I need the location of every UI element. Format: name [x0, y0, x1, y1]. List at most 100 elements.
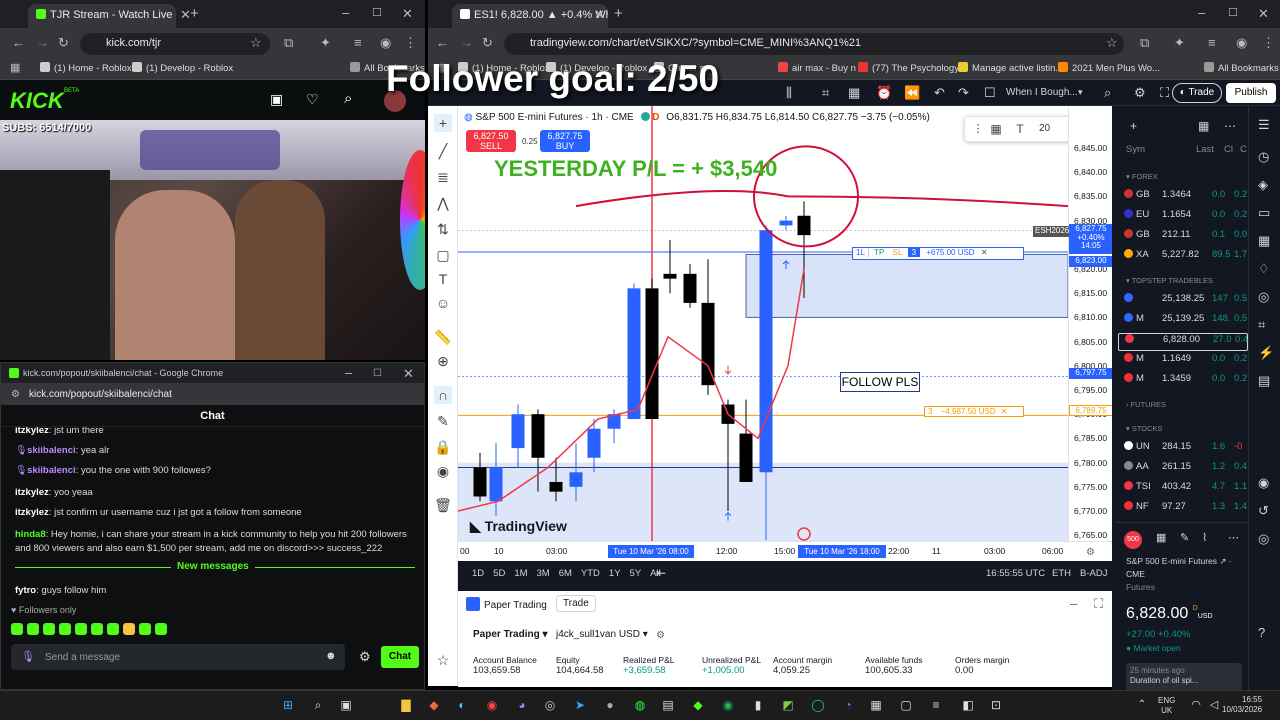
utc-clock[interactable]: 16:55:55 UTC	[986, 568, 1045, 579]
forward-icon[interactable]: →	[460, 36, 473, 49]
candle-body[interactable]	[511, 414, 525, 449]
language-indicator[interactable]: ENG UK	[1158, 696, 1175, 716]
right-url-field[interactable]: tradingview.com/chart/etVSIKXC/?symbol=C…	[504, 33, 1124, 55]
more-icon[interactable]: ⋯	[1224, 120, 1236, 133]
candle-body[interactable]	[739, 433, 753, 482]
crosshair-icon[interactable]: +	[434, 114, 452, 132]
candle-body[interactable]	[797, 215, 811, 236]
favorite-star-icon[interactable]: ☆	[434, 651, 452, 669]
window-close-icon[interactable]: ✕	[402, 7, 413, 20]
telegram-icon[interactable]: ➤	[570, 695, 590, 715]
range-button[interactable]: 1Y	[609, 568, 621, 579]
extensions-icon[interactable]: ⧉	[1140, 36, 1149, 49]
candle-body[interactable]	[779, 220, 793, 226]
symbol-name[interactable]: S&P 500 E-mini Futures	[1126, 556, 1217, 566]
chevron-down-icon[interactable]: ▾	[1078, 86, 1083, 99]
range-button[interactable]: 3M	[537, 568, 550, 579]
candle-body[interactable]	[531, 414, 545, 458]
pine-editor-icon[interactable]: ⌗	[1258, 318, 1265, 331]
search-icon[interactable]: ⌕	[308, 695, 328, 715]
puzzle-icon[interactable]: ✦	[1174, 36, 1185, 49]
profile-icon[interactable]: ◉	[380, 36, 391, 49]
start-icon[interactable]: ⊞	[278, 695, 298, 715]
watchlist-row[interactable]: M 1.1649 0.0 0.2	[1118, 353, 1248, 371]
target-icon[interactable]: ◉	[1258, 476, 1269, 489]
menu-icon[interactable]: ⋮	[404, 36, 417, 49]
watchlist-row[interactable]: TSI 403.42 4.7 1.1	[1118, 481, 1248, 499]
section-stocks[interactable]: ▾ STOCKS	[1126, 424, 1163, 433]
layers-icon[interactable]: ◈	[1258, 178, 1268, 191]
window-close-icon[interactable]: ✕	[1258, 7, 1269, 20]
steam-icon[interactable]: ◎	[540, 695, 560, 715]
tv-chart-pane[interactable]: ◍ S&P 500 E-mini Futures · 1h · CME D O6…	[458, 106, 1112, 561]
redo-icon[interactable]: ↷	[958, 86, 969, 99]
chat-send-button[interactable]: Chat	[381, 646, 419, 668]
nvidia-icon[interactable]: ◩	[778, 695, 798, 715]
left-tab-tjr[interactable]: TJR Stream - Watch Live on	[28, 4, 176, 28]
watchlist-row[interactable]: NF 97.27 1.3 1.4	[1118, 501, 1248, 519]
candle-body[interactable]	[645, 288, 659, 420]
new-messages-divider[interactable]: New messages	[171, 561, 255, 572]
font-size-value[interactable]: 20	[1039, 123, 1050, 134]
buy-button[interactable]: 6,827.75 BUY	[540, 130, 590, 152]
star-icon[interactable]: ☆	[1106, 36, 1118, 49]
reload-icon[interactable]: ↻	[58, 36, 69, 49]
account-settings-icon[interactable]: ⚙	[656, 629, 665, 642]
notes-icon[interactable]: ▤	[1258, 374, 1270, 387]
more-icon[interactable]: ⋯	[1228, 532, 1239, 545]
forward-icon[interactable]: →	[36, 36, 49, 49]
ruler-icon[interactable]: 📏	[434, 328, 452, 346]
position-line-top[interactable]: 1L TP SL 3 +675.00 USD ✕	[852, 247, 1024, 260]
messenger-icon[interactable]: ◔	[838, 695, 858, 715]
lightbulb-icon[interactable]: ♢	[1258, 262, 1270, 275]
replay-clock-icon[interactable]: ↺	[1258, 504, 1269, 517]
new-tab-icon[interactable]: +	[614, 6, 623, 21]
news-item[interactable]: 25 minutes ago Duration of oil spi...	[1126, 663, 1242, 691]
volume-icon[interactable]: ◁	[1204, 695, 1224, 715]
download-icon[interactable]: ≡	[354, 36, 362, 49]
chart-icon[interactable]: ⌇	[1202, 532, 1207, 545]
kick-app-icon[interactable]: ◆	[688, 695, 708, 715]
watchlist-row[interactable]: GB 212.11 0.1 0.0	[1118, 229, 1248, 247]
bookmark-men-plus[interactable]: 2021 Men Plus Wo...	[1058, 62, 1160, 74]
watchlist-row[interactable]: XA 5,227.82 89.5 1.7	[1118, 249, 1248, 267]
candle-body[interactable]	[683, 273, 697, 303]
minimize-icon[interactable]: –	[1198, 6, 1205, 19]
candle-body[interactable]	[627, 288, 641, 420]
obs-icon[interactable]: ●	[600, 695, 620, 715]
maximize-icon[interactable]: ☐	[372, 7, 382, 20]
strategy-icon[interactable]: ⚡	[1258, 346, 1274, 359]
position-line-bottom[interactable]: 3 −4,987.50 USD ✕	[924, 406, 1024, 417]
star-icon[interactable]: ☆	[250, 36, 262, 49]
app-icon[interactable]: ⊡	[986, 695, 1006, 715]
candle-body[interactable]	[587, 428, 601, 458]
replay-icon[interactable]: ⏪	[904, 86, 920, 99]
right-tab-tradingview[interactable]: ES1! 6,828.00 ▲ +0.4% When I	[452, 4, 608, 28]
minimize-icon[interactable]: –	[342, 6, 349, 19]
range-button[interactable]: 1D	[472, 568, 484, 579]
alerts-clock-icon[interactable]: ◷	[1258, 150, 1269, 163]
discord-icon[interactable]: ◕	[512, 695, 532, 715]
bookmark-psychology[interactable]: (77) The Psychology...	[858, 62, 966, 74]
adjustment-toggle[interactable]: B-ADJ	[1080, 568, 1107, 579]
maximize-icon[interactable]: ☐	[373, 367, 382, 380]
trash-icon[interactable]: 🗑	[434, 496, 452, 514]
signal-icon[interactable]: ◎	[1258, 290, 1269, 303]
settings-gear-icon[interactable]: ⚙	[1134, 86, 1146, 99]
watchlist-row[interactable]: AA 261.15 1.2 0.4	[1118, 461, 1248, 479]
candle-body[interactable]	[569, 472, 583, 487]
kick-logo[interactable]: KICK	[10, 88, 64, 114]
templates-icon[interactable]: ⌗	[822, 86, 829, 99]
app-icon[interactable]: ▦	[866, 695, 886, 715]
layout-square-icon[interactable]: ☐	[984, 86, 996, 99]
watchlist-row[interactable]: M 1.3459 0.0 0.2	[1118, 373, 1248, 391]
back-icon[interactable]: ←	[436, 36, 449, 49]
task-app-icon[interactable]: ▣	[336, 695, 356, 715]
template-icon[interactable]: ▦	[987, 120, 1005, 138]
shape-icon[interactable]: ▢	[434, 246, 452, 264]
candle-body[interactable]	[663, 273, 677, 279]
symbol-legend[interactable]: ◍ S&P 500 E-mini Futures · 1h · CME D O6…	[464, 112, 930, 123]
emoji-icon[interactable]: ☻	[325, 650, 337, 662]
bookmark-listings[interactable]: Manage active listin...	[958, 62, 1063, 74]
candle-body[interactable]	[473, 467, 487, 497]
